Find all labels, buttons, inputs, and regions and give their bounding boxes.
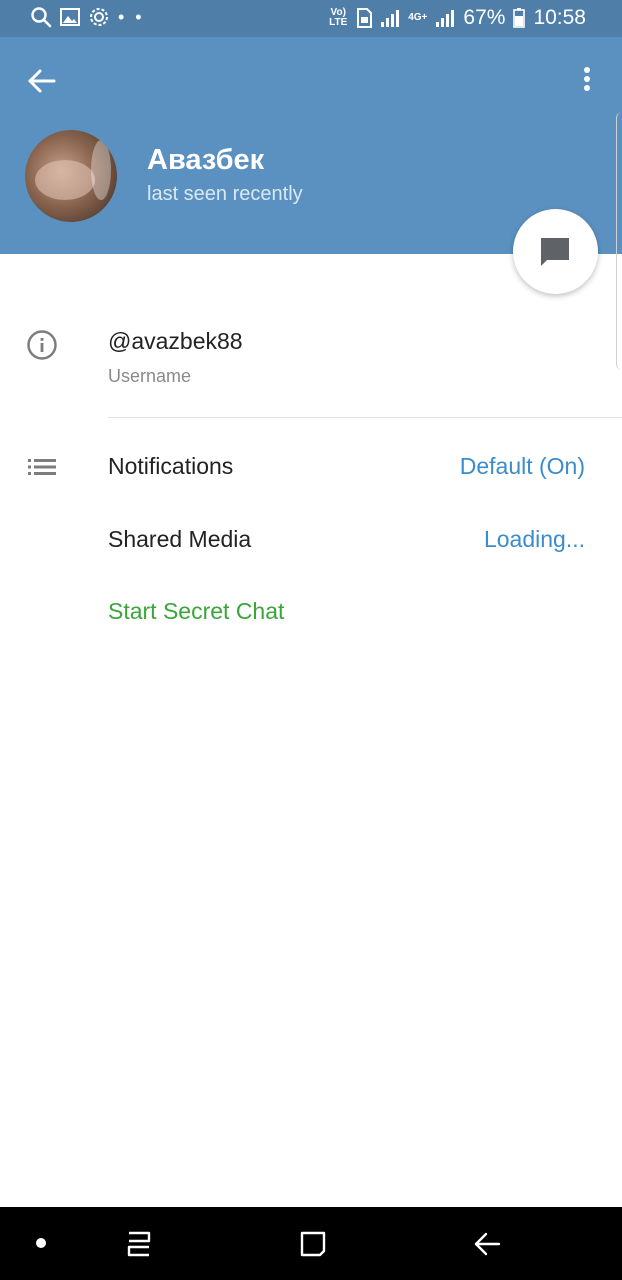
battery-icon xyxy=(513,8,526,28)
shared-media-value: Loading... xyxy=(483,526,585,552)
status-right: Vo) LTE 4G+ 67% 10:58 xyxy=(328,6,586,30)
image-icon xyxy=(60,8,80,26)
recents-button[interactable] xyxy=(124,1229,154,1264)
home-button[interactable] xyxy=(298,1229,328,1264)
profile-name: Авазбек xyxy=(147,144,265,176)
more-vert-icon xyxy=(584,67,590,91)
settings-icon xyxy=(88,6,110,28)
start-secret-chat-button[interactable]: Start Secret Chat xyxy=(108,598,284,625)
more-menu-button[interactable] xyxy=(572,61,602,101)
notification-dots: • • xyxy=(118,7,145,27)
network-type: 4G+ xyxy=(408,12,428,23)
signal-icon xyxy=(435,8,455,28)
sim-icon xyxy=(356,8,373,28)
volte-icon: Vo) LTE xyxy=(329,7,348,28)
nav-dot-icon[interactable] xyxy=(36,1238,46,1248)
status-left: • • xyxy=(30,6,145,28)
divider xyxy=(108,417,622,418)
search-icon xyxy=(30,6,52,28)
profile-status: last seen recently xyxy=(147,183,303,205)
system-nav-bar xyxy=(0,1207,622,1280)
back-button[interactable] xyxy=(22,61,62,101)
scroll-edge xyxy=(616,112,622,370)
message-icon xyxy=(541,238,569,266)
username-label: Username xyxy=(108,366,192,386)
clock: 10:58 xyxy=(533,6,586,29)
battery-percent: 67% xyxy=(463,6,506,29)
signal-icon xyxy=(380,8,400,28)
nav-back-icon xyxy=(474,1232,501,1256)
notifications-row[interactable]: Notifications Default (On) xyxy=(0,437,622,497)
recents-icon xyxy=(127,1231,151,1257)
send-message-button[interactable] xyxy=(513,209,598,294)
list-icon xyxy=(26,457,58,482)
home-icon xyxy=(300,1231,326,1257)
avatar[interactable] xyxy=(25,130,117,222)
username-value[interactable]: @avazbek88 xyxy=(108,328,243,355)
status-bar: • • Vo) LTE 4G+ 67% 10:58 xyxy=(0,0,622,37)
notifications-label: Notifications xyxy=(108,453,234,479)
shared-media-label: Shared Media xyxy=(108,526,252,552)
info-icon xyxy=(26,329,58,366)
notifications-value: Default (On) xyxy=(459,453,585,479)
nav-back-button[interactable] xyxy=(472,1229,502,1264)
shared-media-row[interactable]: Shared Media Loading... xyxy=(0,510,622,570)
back-arrow-icon xyxy=(28,69,56,93)
